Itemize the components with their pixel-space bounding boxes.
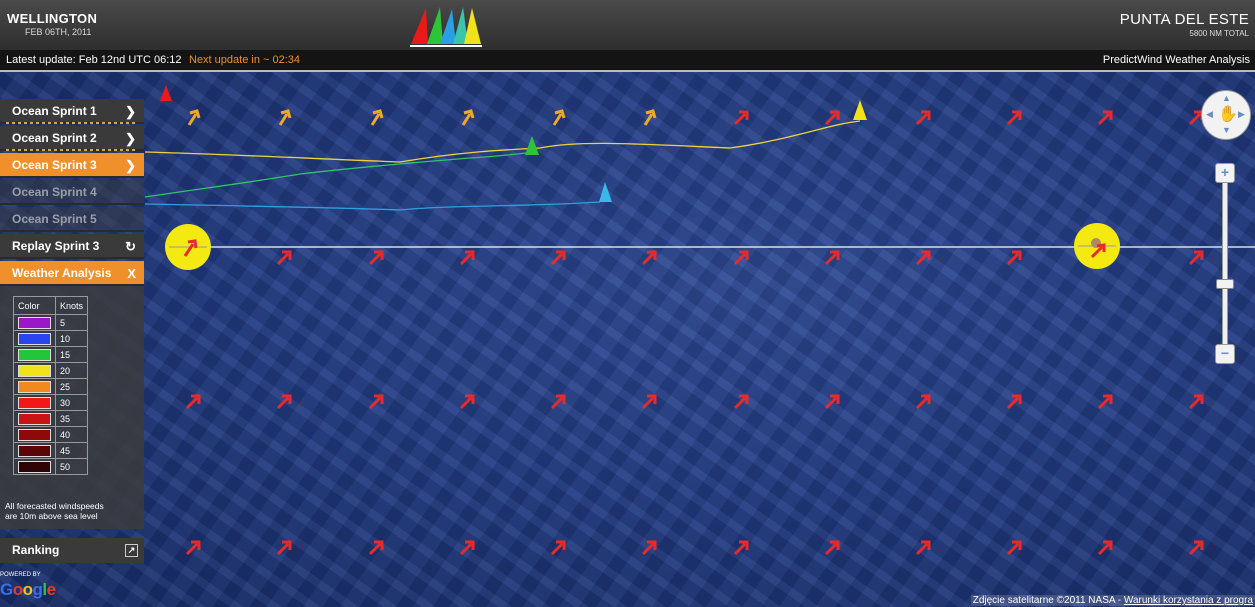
total-distance: 5800 NM TOTAL — [1189, 29, 1249, 38]
legend-swatch — [18, 316, 51, 329]
legend-row: 25 — [13, 378, 89, 395]
legend-swatch — [18, 460, 51, 473]
refresh-icon[interactable]: ↻ — [125, 234, 136, 259]
sails-logo — [410, 7, 482, 47]
ranking-button[interactable]: Ranking ↗ — [0, 538, 144, 563]
zoom-in-button[interactable]: + — [1215, 163, 1235, 183]
hand-icon: ✋ — [1218, 106, 1238, 123]
pan-right-icon[interactable]: ▶ — [1238, 109, 1245, 120]
sidebar-item-ocean-sprint-1[interactable]: Ocean Sprint 1 ❯ — [0, 99, 144, 124]
zoom-out-button[interactable]: − — [1215, 344, 1235, 364]
weather-provider: PredictWind Weather Analysis — [1102, 54, 1250, 66]
sidebar-item-label: Weather Analysis — [12, 266, 112, 280]
header-bar: WELLINGTON FEB 06TH, 2011 PUNTA DEL ESTE… — [0, 0, 1255, 50]
boat-yellow — [853, 100, 867, 120]
legend-swatch — [18, 412, 51, 425]
boat-blue — [599, 182, 612, 202]
sidebar-item-ocean-sprint-3[interactable]: Ocean Sprint 3 ❯ — [0, 153, 144, 178]
start-city: WELLINGTON — [7, 11, 98, 26]
sprint-progress-underline — [6, 122, 138, 124]
zoom-slider-track[interactable] — [1222, 182, 1228, 346]
legend-header-color: Color — [13, 296, 56, 315]
chevron-right-icon: ❯ — [125, 131, 136, 146]
legend-swatch — [18, 428, 51, 441]
sidebar-item-ocean-sprint-4: Ocean Sprint 4 — [0, 180, 144, 205]
sidebar-item-replay-sprint-3[interactable]: Replay Sprint 3 ↻ — [0, 234, 144, 259]
waypoint-start-icon — [169, 239, 207, 257]
legend-swatch — [18, 332, 51, 345]
google-logo[interactable]: Google — [0, 580, 56, 600]
legend-row: 15 — [13, 346, 89, 363]
map-overlay — [144, 85, 1255, 556]
legend-knots: 40 — [54, 426, 89, 443]
powered-by-label: POWERED BY — [0, 572, 41, 578]
legend-header-knots: Knots — [54, 296, 89, 315]
sidebar-item-label: Ocean Sprint 1 — [12, 104, 97, 118]
update-bar: Latest update: Feb 12nd UTC 06:12 Next u… — [0, 50, 1255, 72]
chevron-right-icon: ❯ — [125, 104, 136, 119]
sidebar-item-ocean-sprint-5: Ocean Sprint 5 — [0, 207, 144, 232]
expand-icon: ↗ — [125, 544, 138, 557]
legend-knots: 50 — [54, 458, 89, 475]
boat-red — [160, 85, 172, 101]
chevron-right-icon: ❯ — [125, 158, 136, 173]
latest-update: Latest update: Feb 12nd UTC 06:12 — [6, 54, 182, 66]
sprint-progress-underline — [6, 149, 138, 151]
legend-swatch — [18, 444, 51, 457]
legend-row: 10 — [13, 330, 89, 347]
sidebar-item-ocean-sprint-2[interactable]: Ocean Sprint 2 ❯ — [0, 126, 144, 151]
start-location: WELLINGTON FEB 06TH, 2011 — [7, 11, 97, 37]
legend-row: 5 — [13, 314, 89, 331]
sidebar-item-label: Ocean Sprint 4 — [12, 185, 97, 199]
legend-knots: 5 — [54, 314, 89, 331]
legend-knots: 15 — [54, 346, 89, 363]
legend-knots: 10 — [54, 330, 89, 347]
sidebar-item-label: Replay Sprint 3 — [12, 239, 100, 253]
legend-note: All forecasted windspeeds are 10m above … — [5, 501, 104, 521]
map-copyright: Zdjęcie satelitarne ©2011 NASA - Warunki… — [970, 595, 1255, 606]
pan-control[interactable]: ▲ ◀ ▶ ▼ ✋ — [1201, 90, 1251, 140]
waypoint-marker-start[interactable] — [165, 224, 211, 270]
legend-row: 35 — [13, 410, 89, 427]
end-city: PUNTA DEL ESTE — [1119, 11, 1249, 28]
legend-knots: 45 — [54, 442, 89, 459]
wind-legend-table: Color Knots 5 10 15 20 25 30 35 40 45 50 — [13, 296, 89, 475]
next-update: Next update in ~ 02:34 — [189, 54, 300, 66]
terms-link[interactable]: Warunki korzystania z progra — [1124, 595, 1253, 606]
waypoint-marker-end[interactable] — [1074, 223, 1120, 269]
sidebar-item-weather-analysis[interactable]: Weather Analysis X — [0, 261, 144, 286]
legend-knots: 30 — [54, 394, 89, 411]
legend-swatch — [18, 348, 51, 361]
waypoint-end-icon — [1078, 238, 1116, 259]
legend-row: 45 — [13, 442, 89, 459]
end-location: PUNTA DEL ESTE 5800 NM TOTAL — [1120, 11, 1249, 38]
pan-up-icon[interactable]: ▲ — [1222, 93, 1231, 103]
sidebar-item-label: Ocean Sprint 5 — [12, 212, 97, 226]
legend-knots: 25 — [54, 378, 89, 395]
legend-swatch — [18, 364, 51, 377]
legend-swatch — [18, 380, 51, 393]
map-canvas[interactable] — [0, 72, 1255, 607]
sidebar-item-label: Ocean Sprint 3 — [12, 158, 97, 172]
sidebar: Ocean Sprint 1 ❯ Ocean Sprint 2 ❯ Ocean … — [0, 99, 144, 529]
legend-row: 50 — [13, 458, 89, 475]
zoom-slider-thumb[interactable] — [1216, 279, 1234, 289]
wind-legend: Color Knots 5 10 15 20 25 30 35 40 45 50… — [0, 286, 144, 529]
close-icon[interactable]: X — [127, 261, 136, 286]
boat-green — [525, 136, 539, 155]
legend-row: 30 — [13, 394, 89, 411]
legend-knots: 35 — [54, 410, 89, 427]
legend-knots: 20 — [54, 362, 89, 379]
ranking-label: Ranking — [12, 543, 60, 557]
pan-down-icon[interactable]: ▼ — [1222, 125, 1231, 135]
legend-row: 40 — [13, 426, 89, 443]
start-date: FEB 06TH, 2011 — [25, 27, 92, 37]
sidebar-item-label: Ocean Sprint 2 — [12, 131, 97, 145]
boat-track-green — [144, 151, 533, 198]
pan-left-icon[interactable]: ◀ — [1206, 109, 1213, 120]
boat-track-blue — [144, 201, 601, 211]
legend-swatch — [18, 396, 51, 409]
legend-row: 20 — [13, 362, 89, 379]
